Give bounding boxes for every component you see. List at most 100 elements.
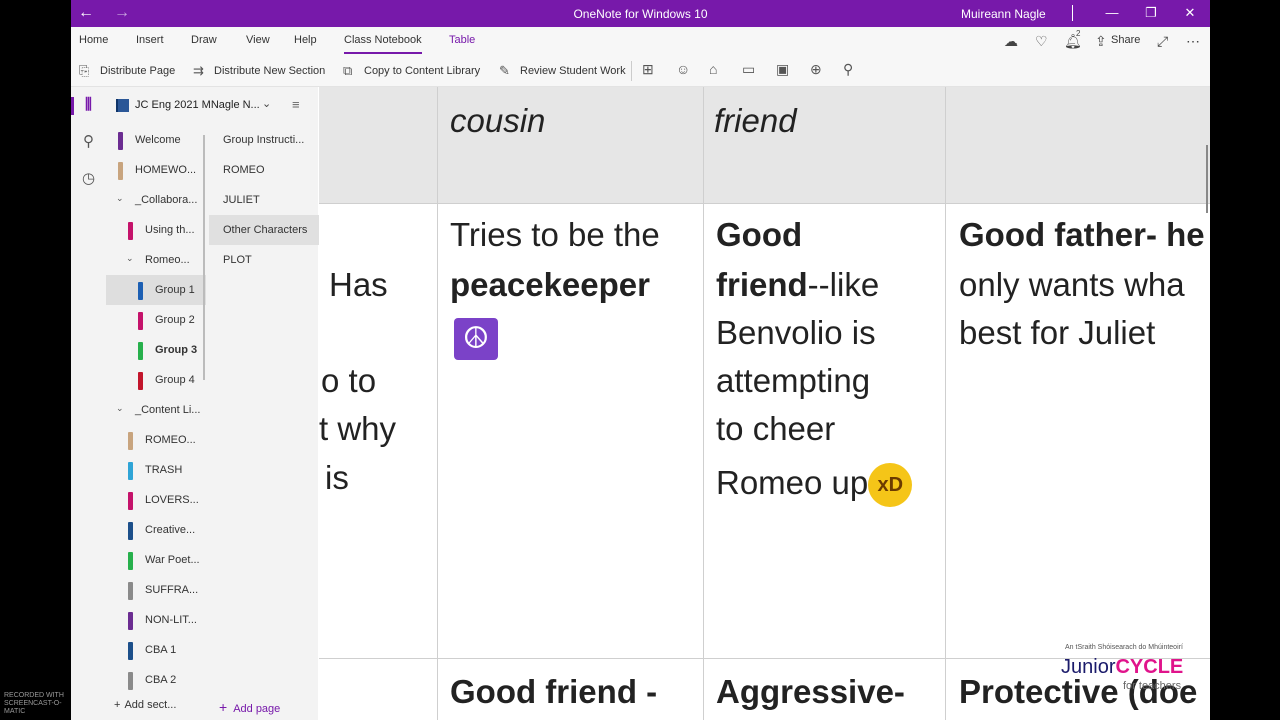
- page-canvas[interactable]: cousin friend Has o to t why is Tries to…: [319, 87, 1210, 720]
- section-item[interactable]: Group 2: [106, 305, 206, 335]
- table-cell-text[interactable]: Romeo up xD: [716, 459, 913, 508]
- page-item[interactable]: Group Instructi...: [209, 125, 319, 155]
- page-label: JULIET: [223, 194, 260, 206]
- graduation-cap-icon[interactable]: ⌂: [709, 61, 717, 77]
- pane-divider[interactable]: [203, 135, 205, 380]
- share-button[interactable]: Share: [1111, 34, 1140, 46]
- table-cell-text[interactable]: best for Juliet: [959, 309, 1155, 357]
- tab-class-notebook[interactable]: Class Notebook: [344, 34, 422, 54]
- section-item[interactable]: Group 4: [106, 365, 206, 395]
- section-item[interactable]: CBA 1: [106, 635, 206, 665]
- table-cell-text[interactable]: only wants wha: [959, 261, 1185, 309]
- sort-icon[interactable]: ≡: [292, 97, 300, 112]
- notebook-icon[interactable]: ▭: [742, 61, 755, 78]
- section-label: SUFFRA...: [145, 584, 199, 596]
- close-icon[interactable]: ✕: [1180, 5, 1200, 21]
- section-item[interactable]: Using th...: [106, 215, 206, 245]
- page-item[interactable]: PLOT: [209, 245, 319, 275]
- section-item[interactable]: Welcome: [106, 125, 206, 155]
- section-group[interactable]: ⌄ _Collabora...: [106, 185, 206, 215]
- tab-draw[interactable]: Draw: [191, 34, 217, 46]
- chevron-down-icon[interactable]: ⌄: [116, 403, 124, 414]
- tab-help[interactable]: Help: [294, 34, 317, 46]
- section-item[interactable]: Creative...: [106, 515, 206, 545]
- page-item[interactable]: JULIET: [209, 185, 319, 215]
- page-item[interactable]: ROMEO: [209, 155, 319, 185]
- section-item[interactable]: SUFFRA...: [106, 575, 206, 605]
- assignment-icon[interactable]: ▣: [776, 61, 789, 78]
- table-cell-text[interactable]: is: [325, 454, 349, 502]
- section-item[interactable]: HOMEWO...: [106, 155, 206, 185]
- tab-view[interactable]: View: [246, 34, 270, 46]
- add-page-button[interactable]: + Add page: [219, 699, 280, 715]
- section-item[interactable]: CBA 2: [106, 665, 206, 695]
- section-item[interactable]: Group 3: [106, 335, 206, 365]
- section-label: Romeo...: [145, 254, 190, 266]
- table-cell-bold-text[interactable]: Good father- he: [959, 211, 1205, 259]
- user-name[interactable]: Muireann Nagle: [961, 7, 1046, 21]
- expand-icon[interactable]: ⤢: [1157, 33, 1168, 50]
- table-cell-text[interactable]: attempting: [716, 357, 870, 405]
- section-item[interactable]: Group 1: [106, 275, 206, 305]
- notebooks-icon[interactable]: ⫼: [71, 96, 106, 113]
- section-group[interactable]: ⌄ Romeo...: [106, 245, 206, 275]
- section-label: _Collabora...: [135, 194, 198, 206]
- search-icon[interactable]: ⚲: [71, 132, 106, 150]
- header-cell-friend[interactable]: friend: [714, 97, 797, 145]
- section-group[interactable]: ⌄ _Content Li...: [106, 395, 206, 425]
- share-icon[interactable]: ⇪: [1095, 33, 1107, 50]
- plus-icon: +: [114, 699, 121, 711]
- header-cell-cousin[interactable]: cousin: [450, 97, 545, 145]
- laughing-emoji: xD: [868, 463, 913, 508]
- table-cell-text[interactable]: Has: [329, 261, 388, 309]
- section-color-tab: [138, 372, 143, 390]
- section-label: CBA 2: [145, 674, 177, 686]
- chevron-down-icon[interactable]: ⌄: [126, 253, 134, 264]
- distribute-section-icon: ⇉: [193, 63, 204, 78]
- table-cell-mixed-text[interactable]: friend--like: [716, 261, 879, 309]
- review-student-work-button[interactable]: ✎ Review Student Work: [499, 63, 626, 79]
- table-cell-text[interactable]: to cheer: [716, 405, 835, 453]
- tab-table[interactable]: Table: [449, 34, 475, 46]
- tab-home[interactable]: Home: [79, 34, 108, 46]
- page-item[interactable]: Other Characters: [209, 215, 319, 245]
- section-item[interactable]: LOVERS...: [106, 485, 206, 515]
- maximize-icon[interactable]: ❐: [1141, 5, 1161, 21]
- table-cell-bold-text[interactable]: peacekeeper: [450, 261, 650, 309]
- more-options-icon[interactable]: ⋯: [1186, 33, 1200, 50]
- table-cell-text[interactable]: Tries to be the: [450, 211, 660, 259]
- feedback-icon[interactable]: ⚲: [843, 61, 853, 78]
- section-item[interactable]: ROMEO...: [106, 425, 206, 455]
- distribute-page-button[interactable]: ⎘ Distribute Page: [79, 63, 175, 79]
- copy-to-content-library-button[interactable]: ⧉ Copy to Content Library: [343, 63, 480, 79]
- section-item[interactable]: War Poet...: [106, 545, 206, 575]
- section-item[interactable]: NON-LIT...: [106, 605, 206, 635]
- manage-students-icon[interactable]: ☺: [676, 61, 690, 77]
- page-label: Other Characters: [223, 224, 308, 236]
- notebook-selector[interactable]: JC Eng 2021 MNagle N... ⌄ ≡: [106, 87, 318, 125]
- minimize-icon[interactable]: —: [1102, 5, 1122, 20]
- recent-icon[interactable]: ◷: [71, 169, 106, 187]
- table-cell-bold-text[interactable]: Good: [716, 211, 802, 259]
- distribute-new-section-button[interactable]: ⇉ Distribute New Section: [193, 63, 325, 79]
- tab-insert[interactable]: Insert: [136, 34, 164, 46]
- section-item[interactable]: TRASH: [106, 455, 206, 485]
- section-label: Group 3: [155, 344, 198, 356]
- lightbulb-icon[interactable]: ♡: [1035, 33, 1048, 50]
- table-cell-text[interactable]: t why: [319, 405, 396, 453]
- addins-icon[interactable]: ⊕: [810, 61, 822, 78]
- section-color-tab: [128, 492, 133, 510]
- table-cell-bold-text[interactable]: Good friend -: [450, 668, 657, 716]
- create-notebook-icon[interactable]: ⊞: [642, 61, 654, 78]
- table-cell-text[interactable]: Benvolio is: [716, 309, 876, 357]
- add-section-button[interactable]: + Add sect...: [114, 699, 176, 711]
- sync-icon[interactable]: ☁: [1004, 33, 1018, 50]
- section-color-tab: [118, 132, 123, 150]
- table-cell-text[interactable]: o to: [321, 357, 376, 405]
- chevron-down-icon[interactable]: ⌄: [262, 97, 271, 110]
- navigation-pane: JC Eng 2021 MNagle N... ⌄ ≡ Welcome HOMEW…: [106, 87, 319, 720]
- chevron-down-icon[interactable]: ⌄: [116, 193, 124, 204]
- vertical-scrollbar[interactable]: [1206, 145, 1208, 213]
- section-color-tab: [138, 342, 143, 360]
- table-cell-bold-text[interactable]: Aggressive-: [716, 668, 905, 716]
